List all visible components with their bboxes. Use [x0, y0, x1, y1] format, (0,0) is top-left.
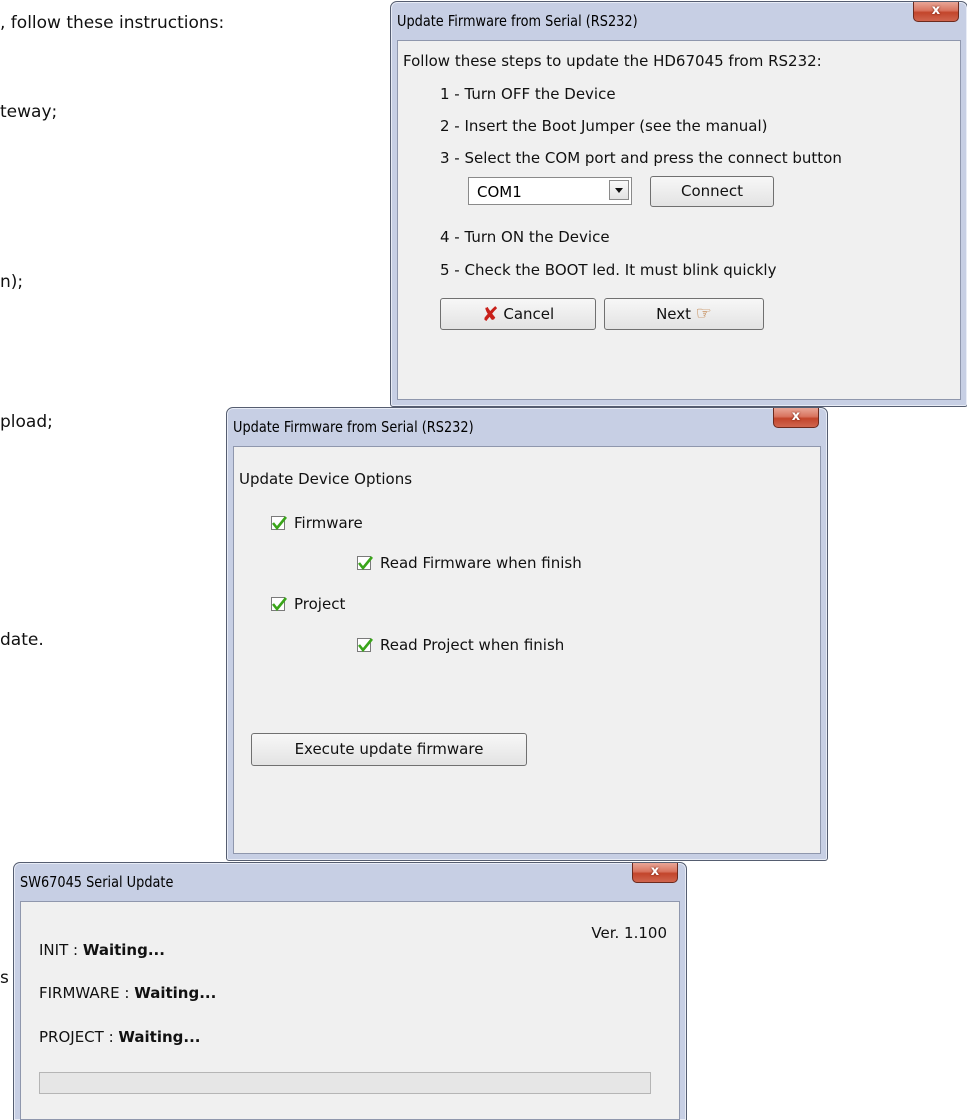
firmware-status-label: FIRMWARE :	[39, 984, 135, 1002]
project-checkbox[interactable]	[271, 597, 287, 613]
step-3: 3 - Select the COM port and press the co…	[440, 149, 842, 167]
instructions-intro: Follow these steps to update the HD67045…	[403, 52, 822, 70]
version-label: Ver. 1.100	[591, 924, 667, 942]
pointing-hand-icon: ☞	[695, 303, 712, 324]
execute-update-firmware-button[interactable]: Execute update firmware	[251, 733, 527, 766]
options-dialog: Update Firmware from Serial (RS232) x Up…	[226, 407, 828, 861]
serial-update-window: SW67045 Serial Update x Ver. 1.100 INIT …	[13, 862, 687, 1120]
dialog-body: Follow these steps to update the HD67045…	[397, 40, 961, 400]
options-heading: Update Device Options	[239, 470, 413, 488]
init-status: INIT : Waiting...	[39, 941, 165, 959]
read-project-label: Read Project when finish	[380, 636, 565, 654]
close-icon: x	[650, 864, 660, 879]
background-line-4: pload;	[0, 412, 53, 432]
init-label: INIT :	[39, 941, 83, 959]
x-icon: ✘	[481, 302, 499, 326]
firmware-label: Firmware	[294, 514, 363, 532]
background-line-2: teway;	[0, 102, 58, 122]
close-button[interactable]: x	[913, 2, 959, 22]
next-label: Next	[656, 305, 692, 323]
step-4: 4 - Turn ON the Device	[440, 228, 610, 246]
project-label: Project	[294, 595, 346, 613]
cancel-label: Cancel	[503, 305, 555, 323]
project-status-value: Waiting...	[118, 1028, 201, 1046]
next-button[interactable]: Next ☞	[604, 298, 764, 330]
com-port-value: COM1	[477, 183, 522, 201]
update-progress-bar	[39, 1072, 651, 1094]
project-status: PROJECT : Waiting...	[39, 1028, 201, 1046]
step-5: 5 - Check the BOOT led. It must blink qu…	[440, 261, 777, 279]
project-status-label: PROJECT :	[39, 1028, 119, 1046]
close-button[interactable]: x	[773, 408, 819, 428]
close-button[interactable]: x	[632, 863, 678, 883]
firmware-status: FIRMWARE : Waiting...	[39, 984, 216, 1002]
firmware-status-value: Waiting...	[134, 984, 217, 1002]
firmware-checkbox[interactable]	[271, 516, 287, 532]
cancel-button[interactable]: ✘ Cancel	[440, 298, 596, 330]
background-line-1: , follow these instructions:	[0, 13, 225, 33]
title-bar[interactable]: Update Firmware from Serial (RS232) x	[391, 2, 967, 40]
init-value: Waiting...	[82, 941, 165, 959]
close-icon: x	[931, 3, 941, 18]
step-2: 2 - Insert the Boot Jumper (see the manu…	[440, 117, 768, 135]
window-title: Update Firmware from Serial (RS232)	[233, 418, 474, 436]
title-bar[interactable]: Update Firmware from Serial (RS232) x	[227, 408, 827, 446]
window-title: Update Firmware from Serial (RS232)	[397, 12, 638, 30]
close-icon: x	[791, 409, 801, 424]
read-project-checkbox[interactable]	[357, 638, 373, 654]
window-title: SW67045 Serial Update	[20, 873, 174, 891]
com-port-select[interactable]: COM1	[468, 177, 632, 205]
chevron-down-icon[interactable]	[609, 180, 629, 200]
read-firmware-checkbox[interactable]	[357, 556, 373, 572]
step-1: 1 - Turn OFF the Device	[440, 85, 616, 103]
background-line-5: date.	[0, 630, 44, 650]
title-bar[interactable]: SW67045 Serial Update x	[14, 863, 686, 901]
background-line-6: s	[0, 968, 9, 988]
dialog-body: Update Device Options Firmware Read Firm…	[233, 446, 821, 854]
window-body: Ver. 1.100 INIT : Waiting... FIRMWARE : …	[20, 901, 680, 1120]
connect-button[interactable]: Connect	[650, 176, 774, 207]
read-firmware-label: Read Firmware when finish	[380, 554, 582, 572]
steps-dialog: Update Firmware from Serial (RS232) x Fo…	[390, 1, 967, 407]
background-line-3: n);	[0, 272, 24, 292]
